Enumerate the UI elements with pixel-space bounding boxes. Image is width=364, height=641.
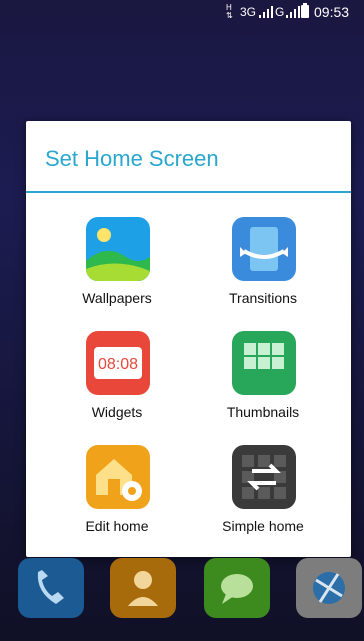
simple-home-icon <box>232 445 296 509</box>
thumbnails-icon <box>232 331 296 395</box>
wallpapers-label: Wallpapers <box>82 290 152 306</box>
network-type-2: G <box>275 5 285 19</box>
set-home-screen-dialog: Set Home Screen Wallpapers Transitions 0… <box>26 121 351 557</box>
home-dock <box>0 556 364 641</box>
thumbnails-option[interactable]: Thumbnails <box>193 319 333 429</box>
signal-strength-2-icon <box>286 6 300 18</box>
title-divider <box>26 191 351 193</box>
edit-home-icon <box>86 445 150 509</box>
battery-icon <box>301 3 309 18</box>
signal-strength-icon <box>259 6 273 18</box>
messages-icon[interactable] <box>204 558 270 618</box>
widgets-icon: 08:08 <box>86 331 150 395</box>
edit-home-option[interactable]: Edit home <box>47 433 187 543</box>
phone-icon[interactable] <box>18 558 84 618</box>
transitions-icon <box>232 217 296 281</box>
simple-home-label: Simple home <box>222 518 304 534</box>
status-bar: H ⇅ 3G G 09:53 <box>0 0 364 24</box>
transitions-label: Transitions <box>229 290 297 306</box>
thumbnails-label: Thumbnails <box>226 404 300 420</box>
h-data-indicator-icon: H ⇅ <box>226 3 233 20</box>
clock: 09:53 <box>314 4 350 20</box>
dialog-title: Set Home Screen <box>45 146 219 171</box>
simple-home-option[interactable]: Simple home <box>193 433 333 543</box>
widgets-label: Widgets <box>91 404 143 420</box>
browser-icon[interactable] <box>296 558 362 618</box>
contacts-icon[interactable] <box>110 558 176 618</box>
edit-home-label: Edit home <box>85 518 149 534</box>
wallpapers-icon <box>86 217 150 281</box>
network-type-1: 3G <box>240 5 257 19</box>
transitions-option[interactable]: Transitions <box>193 205 333 315</box>
widgets-icon-text: 08:08 <box>98 356 138 373</box>
wallpapers-option[interactable]: Wallpapers <box>47 205 187 315</box>
widgets-option[interactable]: 08:08 Widgets <box>47 319 187 429</box>
